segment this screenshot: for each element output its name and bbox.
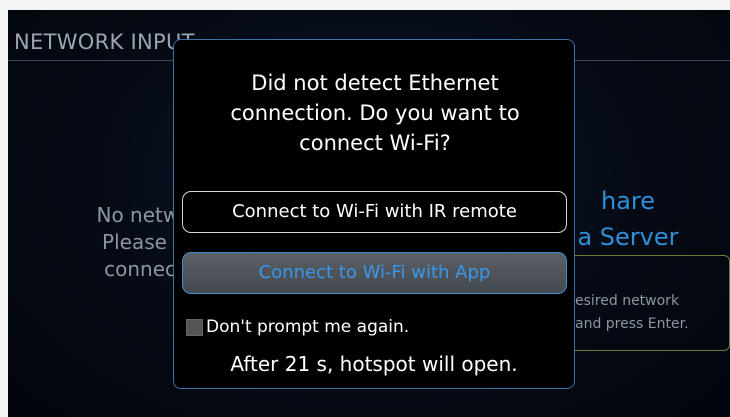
connect-wifi-app-button[interactable]: Connect to Wi-Fi with App (182, 252, 567, 294)
hotspot-countdown: After 21 s, hotspot will open. (230, 352, 518, 376)
screen-title: NETWORK INPUT (14, 30, 195, 54)
wifi-prompt-dialog: Did not detect Ethernet connection. Do y… (173, 39, 575, 389)
dont-prompt-label: Don't prompt me again. (206, 317, 410, 337)
connect-wifi-ir-remote-button[interactable]: Connect to Wi-Fi with IR remote (182, 191, 567, 233)
background-instruction-box: esired network and press Enter. (548, 255, 730, 351)
dialog-message: Did not detect Ethernet connection. Do y… (230, 71, 520, 155)
background-instruction-text: esired network and press Enter. (575, 293, 689, 332)
dont-prompt-checkbox[interactable] (186, 318, 203, 336)
dont-prompt-checkbox-row[interactable]: Don't prompt me again. (186, 315, 409, 339)
